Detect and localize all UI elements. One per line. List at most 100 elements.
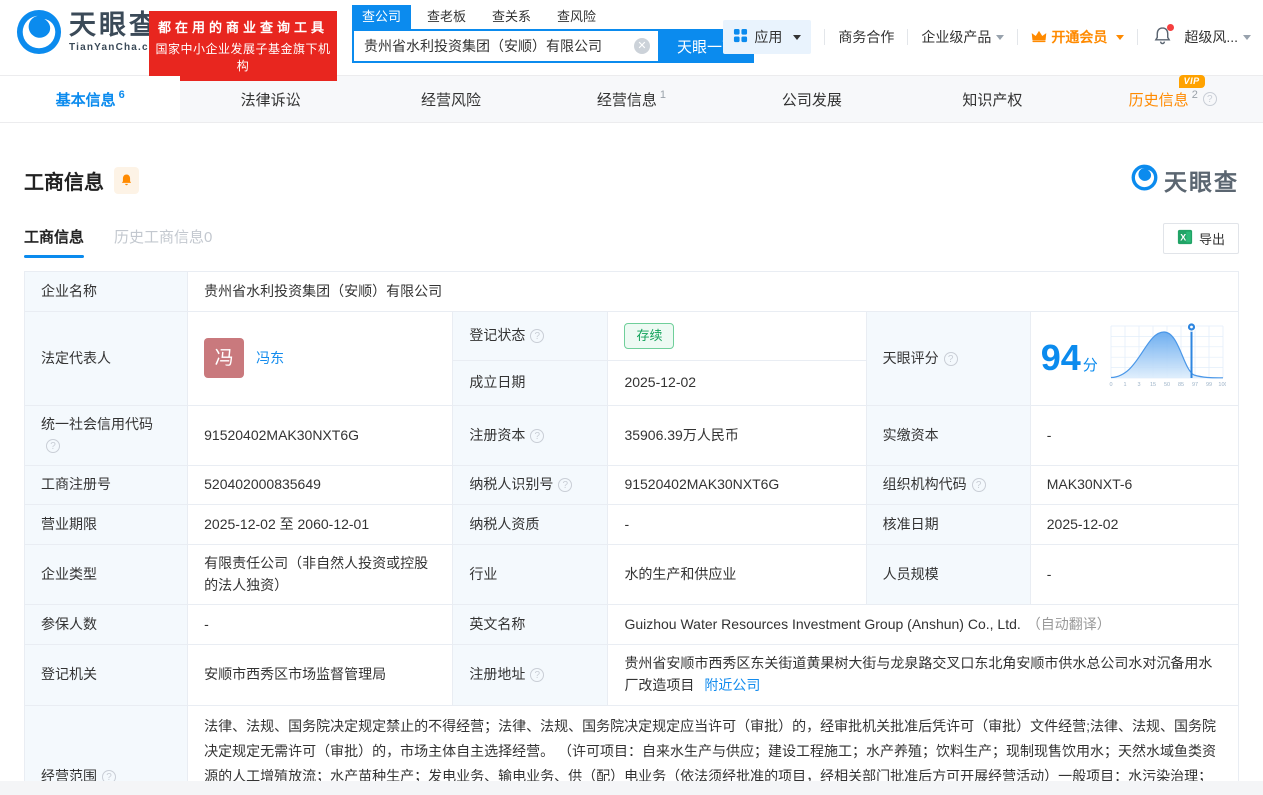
industry-value: 水的生产和供应业 [608, 545, 866, 605]
help-icon[interactable] [558, 478, 572, 492]
svg-text:3: 3 [1137, 382, 1140, 388]
nav-cooperation[interactable]: 商务合作 [838, 27, 894, 47]
score-number: 94 [1041, 337, 1081, 378]
tab-ip-label: 知识产权 [962, 89, 1022, 110]
tab-basic-info[interactable]: 基本信息 6 [0, 76, 180, 122]
score-distribution-chart: 0 1 3 15 50 85 97 99 100 [1108, 320, 1226, 397]
company-name-label: 企业名称 [25, 272, 188, 312]
legal-rep-cell: 冯 冯东 [188, 312, 453, 406]
help-icon[interactable] [530, 429, 544, 443]
reg-address-value: 贵州省安顺市西秀区东关街道黄果树大街与龙泉路交叉口东北角安顺市供水总公司水对沉备… [608, 645, 1239, 705]
tab-count: 1 [660, 89, 666, 101]
tab-development-label: 公司发展 [782, 89, 842, 110]
search-tab-boss[interactable]: 查老板 [417, 5, 476, 29]
site-header: 天眼查 TianYanCha.com 都在用的商业查询工具 国家中小企业发展子基… [0, 0, 1263, 64]
credit-code-label: 统一社会信用代码 [25, 405, 188, 465]
nav-open-vip[interactable]: 开通会员 [1031, 27, 1124, 47]
reg-capital-label: 注册资本 [453, 405, 608, 465]
svg-text:50: 50 [1164, 382, 1170, 388]
export-button[interactable]: X 导出 [1163, 223, 1239, 254]
subtab-history-business-info[interactable]: 历史工商信息0 [114, 226, 212, 258]
promo-line1: 都在用的商业查询工具 [153, 17, 333, 36]
subtab-business-info[interactable]: 工商信息 [24, 226, 84, 258]
notification-bell-icon[interactable] [1153, 26, 1172, 48]
tab-legal-lawsuits[interactable]: 法律诉讼 [180, 76, 360, 122]
subscribe-bell-icon[interactable] [114, 167, 139, 194]
search-tab-risk[interactable]: 查风险 [547, 5, 606, 29]
top-nav: 应用 商务合作 企业级产品 开通会员 [723, 20, 1251, 54]
status-badge: 存续 [624, 323, 674, 349]
company-tab-bar: 基本信息 6 法律诉讼 经营风险 经营信息 1 公司发展 知识产权 历史信息 V… [0, 75, 1263, 123]
industry-label: 行业 [453, 545, 608, 605]
reg-status-label-text: 登记状态 [469, 327, 525, 343]
tab-count: 6 [119, 89, 125, 101]
site-logo[interactable]: 天眼查 TianYanCha.com [16, 9, 166, 55]
apps-menu[interactable]: 应用 [723, 20, 811, 54]
score-label-text: 天眼评分 [883, 350, 939, 366]
svg-text:99: 99 [1206, 382, 1212, 388]
tab-history-label: 历史信息 [1129, 92, 1189, 109]
help-icon[interactable] [1203, 92, 1217, 106]
nav-enterprise[interactable]: 企业级产品 [921, 27, 1004, 47]
help-icon[interactable] [530, 668, 544, 682]
nav-monitor[interactable]: 超级风... [1184, 27, 1251, 47]
help-icon[interactable] [972, 478, 986, 492]
approval-date-label: 核准日期 [866, 505, 1030, 545]
svg-text:0: 0 [1109, 382, 1112, 388]
search-input[interactable] [354, 31, 658, 61]
vip-badge: VIP [1179, 75, 1205, 88]
svg-text:1: 1 [1123, 382, 1126, 388]
reg-status-cell: 存续 [608, 312, 866, 361]
tianyancha-company-page: 天眼查 TianYanCha.com 都在用的商业查询工具 国家中小企业发展子基… [0, 0, 1263, 795]
tab-basic-info-label: 基本信息 [56, 89, 116, 110]
auto-translate-note: （自动翻译） [1027, 616, 1111, 632]
svg-text:15: 15 [1150, 382, 1156, 388]
legal-rep-link[interactable]: 冯东 [256, 348, 284, 370]
help-icon[interactable] [46, 439, 60, 453]
nav-monitor-label: 超级风... [1184, 27, 1238, 47]
business-term-label: 营业期限 [25, 505, 188, 545]
help-icon[interactable] [530, 329, 544, 343]
legal-rep-label: 法定代表人 [25, 312, 188, 406]
apps-label: 应用 [754, 27, 782, 47]
tab-history-info[interactable]: 历史信息 VIP 2 [1083, 76, 1263, 122]
reg-authority-value: 安顺市西秀区市场监督管理局 [188, 645, 453, 705]
taxpayer-quality-value: - [608, 505, 866, 545]
nearby-companies-link[interactable]: 附近公司 [704, 677, 760, 693]
business-info-section: 工商信息 天眼查 工商信息 [0, 163, 1263, 795]
search-tab-relation[interactable]: 查关系 [482, 5, 541, 29]
watermark-logo: 天眼查 [1131, 163, 1239, 197]
clear-search-icon[interactable] [634, 38, 650, 54]
tab-intellectual-property[interactable]: 知识产权 [902, 76, 1082, 122]
search-tab-company[interactable]: 查公司 [352, 5, 411, 29]
paid-capital-label: 实缴资本 [866, 405, 1030, 465]
tab-legal-label: 法律诉讼 [241, 89, 301, 110]
search-area: 查公司 查老板 查关系 查风险 天眼一下 [352, 5, 754, 63]
notification-dot [1167, 24, 1174, 31]
chevron-down-icon [996, 35, 1004, 40]
establish-date-label: 成立日期 [453, 361, 608, 405]
reg-authority-label: 登记机关 [25, 645, 188, 705]
watermark-text: 天眼查 [1164, 163, 1239, 197]
score-label: 天眼评分 [866, 312, 1030, 406]
help-icon[interactable] [944, 352, 958, 366]
tab-operation-risk[interactable]: 经营风险 [361, 76, 541, 122]
tab-risk-label: 经营风险 [421, 89, 481, 110]
svg-text:X: X [1180, 233, 1186, 243]
score-cell: 94分 [1030, 312, 1238, 406]
legal-rep-avatar[interactable]: 冯 [204, 338, 244, 378]
export-label: 导出 [1199, 229, 1225, 248]
tab-business-info[interactable]: 经营信息 1 [541, 76, 721, 122]
grid-icon [733, 28, 748, 46]
svg-text:100: 100 [1218, 382, 1226, 388]
reg-capital-value: 35906.39万人民币 [608, 405, 866, 465]
company-name-value: 贵州省水利投资集团（安顺）有限公司 [188, 272, 1239, 312]
promo-banner: 都在用的商业查询工具 国家中小企业发展子基金旗下机构 [149, 11, 337, 81]
english-name-label: 英文名称 [453, 605, 608, 645]
tab-company-development[interactable]: 公司发展 [722, 76, 902, 122]
insured-count-label: 参保人数 [25, 605, 188, 645]
insured-count-value: - [188, 605, 453, 645]
divider [907, 29, 908, 45]
nav-vip-label: 开通会员 [1051, 27, 1107, 47]
reg-status-label: 登记状态 [453, 312, 608, 361]
